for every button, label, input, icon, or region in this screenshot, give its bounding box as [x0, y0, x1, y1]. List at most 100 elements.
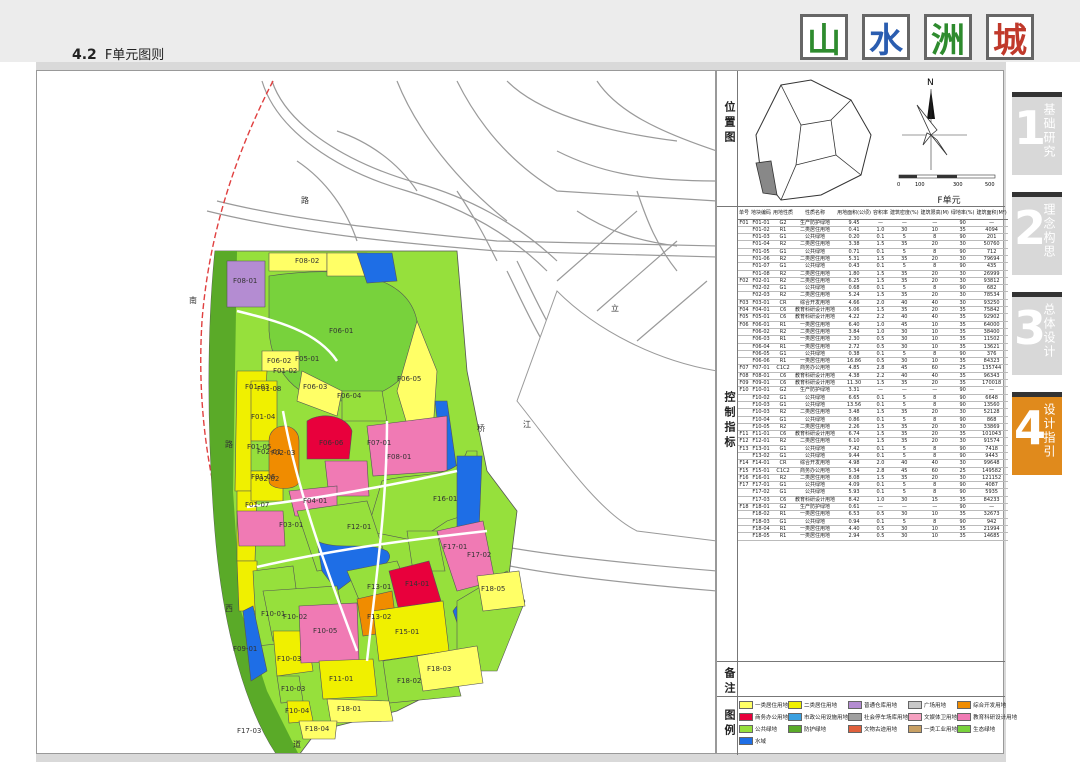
table-cell: —	[975, 219, 1008, 227]
road-label: 江	[523, 420, 531, 429]
legend-item: 一类居住用地	[739, 701, 788, 709]
table-cell: F04-01	[750, 306, 773, 315]
table-cell: G2	[772, 219, 795, 227]
table-cell: 10	[919, 510, 950, 519]
table-cell: 4.38	[836, 372, 872, 381]
table-cell: 5.24	[836, 291, 872, 300]
table-cell: 教育科研设计用地	[794, 372, 837, 381]
nav-item-3[interactable]: 3 总体设计	[1012, 292, 1062, 375]
table-cell: 38400	[975, 328, 1008, 337]
table-cell: 90	[949, 416, 976, 424]
table-cell: F10-05	[750, 423, 773, 432]
table-cell: 一类居住用地	[794, 321, 837, 329]
table-cell: 4.66	[836, 299, 872, 308]
table-header-cell: 绿地率(%)	[949, 208, 976, 220]
table-cell: R1	[772, 226, 795, 235]
table-cell: 13560	[975, 401, 1008, 410]
parcel-label: F07-01	[367, 439, 391, 447]
table-cell: 64000	[975, 321, 1008, 329]
legend-label: 文娱体卫用地	[924, 715, 958, 721]
table-cell: 5935	[975, 488, 1008, 497]
table-cell: 90	[949, 350, 976, 359]
table-cell: 9443	[975, 452, 1008, 461]
brand-char: 城	[986, 14, 1034, 61]
table-cell: 30	[888, 226, 920, 235]
table-header-cell: 容积率	[871, 208, 889, 220]
legend-swatch	[739, 713, 753, 721]
table-cell: 90	[949, 284, 976, 293]
table-row: F06-04 R1 一类居住用地 2.72 0.5 30 10 35 13621	[738, 343, 1008, 351]
table-cell: 45	[888, 364, 920, 373]
table-row: F18-02 R1 一类居住用地 6.53 0.5 30 10 35 32673	[738, 510, 1008, 519]
table-cell: 6.40	[836, 321, 872, 329]
table-cell: 8	[919, 394, 950, 402]
table-header-cell: 用地性质	[772, 208, 795, 220]
table-cell: R1	[772, 335, 795, 344]
table-cell: 101043	[975, 430, 1008, 439]
table-cell: 35	[949, 379, 976, 388]
table-row: F11 F11-01 C6 教育科研设计用地 6.74 1.5 35 20 35 101043	[738, 430, 1008, 439]
table-cell: 6648	[975, 394, 1008, 402]
legend-item: 二类居住用地	[788, 701, 848, 709]
table-cell: 40	[919, 459, 950, 468]
table-cell: R2	[772, 423, 795, 432]
table-cell: 10	[919, 226, 950, 235]
table-cell: 5	[888, 452, 920, 461]
table-cell: 40	[888, 372, 920, 381]
parcel-label: F14-01	[405, 580, 429, 588]
land-use-map: 路 路 西 道 桥 立 江 南 F08-01 F08-02 F06-01 F01-02…	[36, 70, 716, 754]
table-cell: 376	[975, 350, 1008, 359]
table-cell: F10	[738, 386, 751, 395]
table-cell: 教育科研设计用地	[794, 496, 837, 505]
table-row: F01-04 R2 二类居住用地 3.38 1.5 35 20 30 50760	[738, 240, 1008, 249]
legend-item: 公共绿地	[739, 725, 788, 733]
table-cell: 1.5	[871, 291, 889, 300]
table-row: F18-05 R1 一类居住用地 2.94 0.5 30 10 35 14685	[738, 532, 1008, 541]
table-cell: F06-04	[750, 343, 773, 351]
legend-swatch	[957, 701, 972, 709]
table-cell: 30	[888, 510, 920, 519]
table-cell: F02-03	[750, 291, 773, 300]
table-row: F07 F07-01 C1C2 商务办公用地 4.85 2.8 45 60 25 135744	[738, 364, 1008, 373]
table-cell: 公共绿地	[794, 248, 837, 257]
brand-logo: 山 水 洲 城	[800, 14, 1034, 61]
table-cell: 0.1	[871, 416, 889, 424]
parcel-label: F08-02	[295, 257, 319, 265]
table-cell: F03-01	[750, 299, 773, 308]
nav-item-2[interactable]: 2 理念构思	[1012, 192, 1062, 275]
table-cell: 0.5	[871, 510, 889, 519]
table-row: F18-04 R1 一类居住用地 4.40 0.5 30 10 35 21994	[738, 525, 1008, 534]
table-cell: F02-01	[750, 277, 773, 286]
table-cell: F10-01	[750, 386, 773, 395]
svg-text:300: 300	[953, 182, 963, 188]
page-title: 4.2 F单元图则	[72, 44, 164, 63]
table-cell: 综合开发用地	[794, 459, 837, 468]
table-cell: 15	[919, 496, 950, 505]
table-cell: R2	[772, 270, 795, 278]
control-indicator-table: 单号 地块编码 用地性质 性质名称 用地面积(公顷) 容积率 建筑密度(%) 建筑限高(M) 绿…	[738, 208, 1008, 541]
road-label: 路	[301, 195, 309, 205]
table-cell: F02-02	[750, 284, 773, 293]
table-cell: 公共绿地	[794, 518, 837, 526]
table-cell: 30	[949, 255, 976, 264]
table-cell: R2	[772, 277, 795, 286]
table-cell	[738, 525, 751, 534]
table-cell: F11-01	[750, 430, 773, 439]
table-cell: 2.8	[871, 364, 889, 373]
info-panel: 位置图 控制指标 备注 图例 N 0 100 300 500 F单元 单号 地块编…	[716, 70, 1017, 755]
nav-item-4[interactable]: 4 设计指引	[1012, 392, 1062, 475]
table-row: F18-03 G1 公共绿地 0.94 0.1 5 8 90 942	[738, 518, 1008, 526]
table-cell	[738, 233, 751, 242]
table-cell: —	[871, 503, 889, 512]
table-cell: 942	[975, 518, 1008, 526]
table-cell: 0.86	[836, 416, 872, 424]
location-map	[755, 79, 872, 201]
table-cell: 90	[949, 401, 976, 410]
table-cell: 35	[949, 430, 976, 439]
table-cell: 30	[949, 240, 976, 249]
road-label: 南	[189, 295, 197, 305]
nav-item-1[interactable]: 1 基础研究	[1012, 92, 1062, 175]
table-cell: 45	[888, 321, 920, 329]
table-cell: 10	[919, 525, 950, 534]
parcel-label: F10-03	[281, 685, 305, 693]
